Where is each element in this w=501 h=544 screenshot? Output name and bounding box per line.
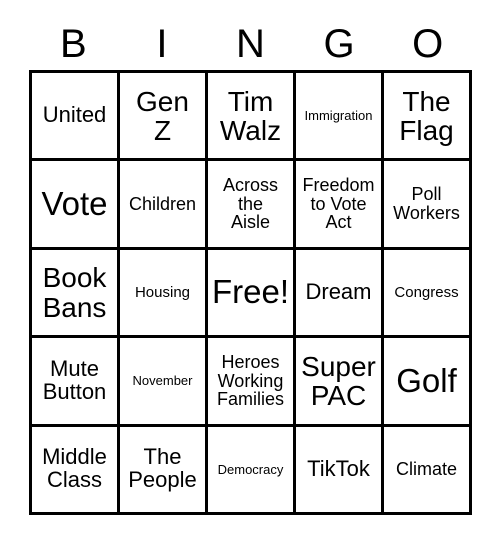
bingo-cell[interactable]: Immigration	[296, 73, 384, 162]
bingo-cell-label: Freedom to Vote Act	[302, 175, 375, 233]
bingo-header: B I N G O	[29, 18, 472, 70]
bingo-row: Mute Button November Heroes Working Fami…	[32, 338, 472, 427]
bingo-cell[interactable]: Democracy	[208, 426, 296, 516]
bingo-cell-label: Dream	[305, 279, 372, 305]
bingo-cell[interactable]: Mute Button	[32, 338, 120, 427]
bingo-cell[interactable]: Freedom to Vote Act	[296, 161, 384, 250]
bingo-cell[interactable]: Middle Class	[32, 426, 120, 516]
bingo-cell[interactable]: The Flag	[384, 73, 472, 162]
bingo-cell[interactable]: Children	[120, 161, 208, 250]
bingo-row: Vote Children Across the Aisle Freedom t…	[32, 161, 472, 250]
bingo-row: Book Bans Housing Free! Dream Congress	[32, 249, 472, 339]
bingo-cell[interactable]: Book Bans	[32, 249, 120, 339]
bingo-cell[interactable]: United	[32, 73, 120, 162]
bingo-cell[interactable]: The People	[120, 426, 208, 516]
bingo-cell-label: November	[132, 373, 193, 389]
bingo-cell-label: Golf	[396, 361, 457, 399]
bingo-cell-label: Vote	[41, 184, 108, 222]
bingo-cell-label: Heroes Working Families	[216, 351, 284, 410]
header-letter-g: G	[323, 22, 355, 66]
bingo-cell-label: Across the Aisle	[222, 175, 278, 233]
bingo-cell-label: United	[42, 102, 107, 128]
bingo-cell[interactable]: Vote	[32, 161, 120, 250]
bingo-cell-label: The People	[128, 444, 197, 493]
header-letter-o: O	[412, 22, 444, 66]
bingo-cell[interactable]: Gen Z	[120, 73, 208, 162]
bingo-cell[interactable]: TikTok	[296, 426, 384, 516]
bingo-row: Middle Class The People Democracy TikTok…	[32, 426, 472, 516]
bingo-cell[interactable]: Across the Aisle	[208, 161, 296, 250]
header-letter-n: N	[236, 22, 265, 66]
bingo-cell[interactable]: Climate	[384, 426, 472, 516]
bingo-grid: United Gen Z Tim Walz Immigration The Fl…	[29, 70, 472, 516]
bingo-cell[interactable]: Golf	[384, 338, 472, 427]
bingo-cell-label: Gen Z	[136, 85, 189, 146]
header-letter-b: B	[59, 22, 87, 66]
bingo-cell-label: Climate	[395, 458, 457, 479]
bingo-cell-label: Children	[128, 193, 197, 214]
bingo-cell[interactable]: Tim Walz	[208, 73, 296, 162]
bingo-cell[interactable]: Congress	[384, 249, 472, 339]
bingo-cell-label: Congress	[394, 283, 459, 301]
bingo-cell-label: The Flag	[399, 85, 454, 146]
bingo-card: B I N G O United Gen Z Tim Walz Immigrat…	[0, 0, 501, 544]
bingo-cell-label: Middle Class	[42, 444, 107, 493]
bingo-cell-label: Book Bans	[42, 262, 107, 323]
bingo-cell-label: TikTok	[307, 455, 370, 481]
bingo-cell[interactable]: Housing	[120, 249, 208, 339]
bingo-cell-label: Tim Walz	[219, 85, 282, 146]
bingo-cell-label: Super PAC	[301, 350, 376, 411]
header-letter-i: I	[156, 22, 168, 66]
bingo-cell[interactable]: Heroes Working Families	[208, 338, 296, 427]
bingo-cell[interactable]: Super PAC	[296, 338, 384, 427]
bingo-cell[interactable]: Poll Workers	[384, 161, 472, 250]
bingo-cell-label: Democracy	[217, 461, 284, 477]
bingo-cell-label: Poll Workers	[393, 184, 460, 224]
bingo-row: United Gen Z Tim Walz Immigration The Fl…	[32, 73, 472, 162]
bingo-cell-label: Immigration	[304, 107, 373, 123]
bingo-cell-label: Free!	[211, 273, 290, 311]
bingo-cell[interactable]: November	[120, 338, 208, 427]
bingo-cell[interactable]: Dream	[296, 249, 384, 339]
bingo-cell-free[interactable]: Free!	[208, 249, 296, 339]
bingo-cell-label: Housing	[134, 283, 191, 301]
bingo-cell-label: Mute Button	[42, 356, 107, 404]
